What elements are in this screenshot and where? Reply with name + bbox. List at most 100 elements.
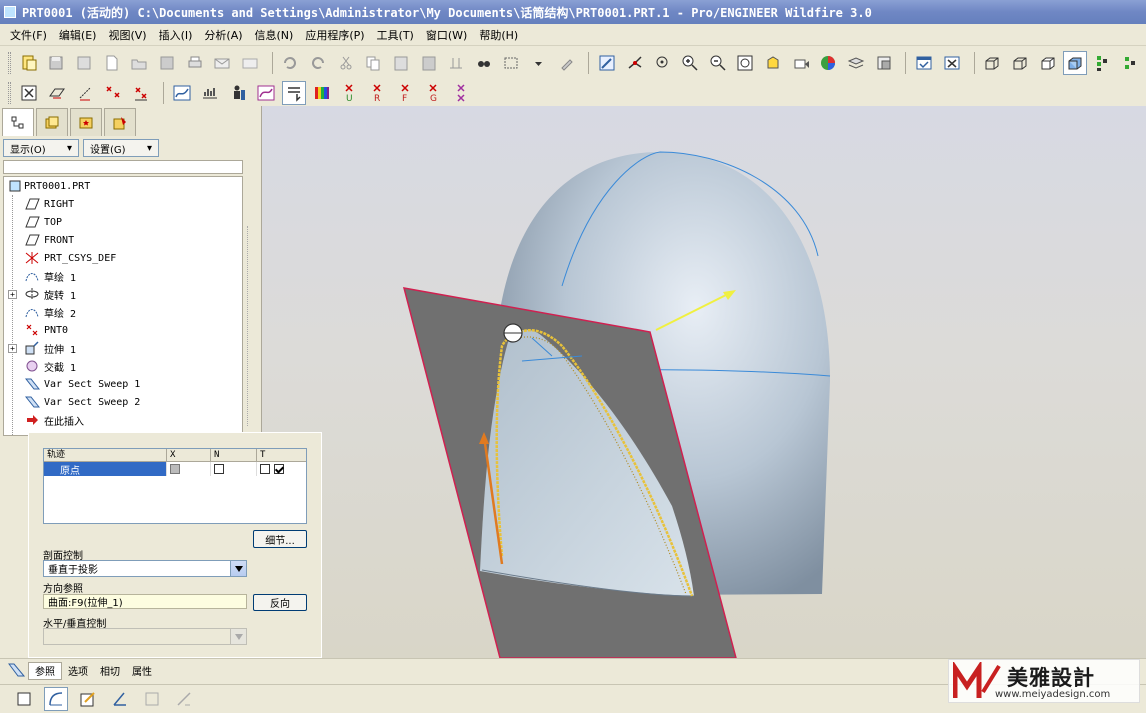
t-checkbox-2[interactable] bbox=[274, 464, 284, 474]
select-box-icon[interactable] bbox=[500, 51, 524, 75]
tree-item-right[interactable]: RIGHT bbox=[4, 195, 242, 213]
direction-reference-field[interactable]: 曲面:F9(拉伸_1) bbox=[43, 594, 247, 609]
disk-icon[interactable] bbox=[155, 51, 179, 75]
datum-plane-on-icon[interactable] bbox=[45, 81, 69, 105]
tree-item-insert-here[interactable]: 在此插入 bbox=[4, 411, 242, 429]
menu-edit[interactable]: 编辑(E) bbox=[53, 27, 103, 43]
menu-window[interactable]: 窗口(W) bbox=[420, 27, 473, 43]
csys-on-icon[interactable] bbox=[129, 81, 153, 105]
model-view[interactable] bbox=[262, 106, 1146, 658]
sketch-section-icon[interactable] bbox=[76, 687, 100, 711]
shading-icon[interactable] bbox=[1063, 51, 1088, 75]
point-g-icon[interactable]: G bbox=[422, 81, 446, 105]
copy-icon[interactable] bbox=[361, 51, 385, 75]
panel-splitter[interactable] bbox=[247, 226, 257, 426]
remove-material-icon[interactable] bbox=[108, 687, 132, 711]
tab-options[interactable]: 选项 bbox=[62, 662, 94, 680]
x-checkbox[interactable] bbox=[170, 464, 180, 474]
appearance-icon[interactable] bbox=[816, 51, 840, 75]
datum-display-icon[interactable] bbox=[1091, 51, 1115, 75]
tree-item-pnt0[interactable]: PNT0 bbox=[4, 321, 242, 339]
new-document-icon[interactable] bbox=[100, 51, 124, 75]
menu-info[interactable]: 信息(N) bbox=[249, 27, 300, 43]
regenerate-icon[interactable] bbox=[444, 51, 468, 75]
curvature-icon[interactable] bbox=[254, 81, 278, 105]
menu-analysis[interactable]: 分析(A) bbox=[198, 27, 248, 43]
layers-icon[interactable] bbox=[844, 51, 868, 75]
tree-item-csys[interactable]: PRT_CSYS_DEF bbox=[4, 249, 242, 267]
close-datum-icon[interactable] bbox=[17, 81, 41, 105]
zoom-in-icon[interactable] bbox=[678, 51, 702, 75]
tab-folder-browser[interactable] bbox=[36, 108, 68, 136]
new-file-icon[interactable] bbox=[17, 51, 41, 75]
tab-references[interactable]: 参照 bbox=[28, 661, 62, 680]
expand-icon[interactable]: + bbox=[8, 344, 17, 353]
tree-item-intersect-1[interactable]: 交截 1 bbox=[4, 357, 242, 375]
thicken-icon[interactable] bbox=[140, 687, 164, 711]
tab-connections[interactable] bbox=[104, 108, 136, 136]
tab-model-tree[interactable] bbox=[2, 108, 34, 136]
flip-button[interactable]: 反向 bbox=[253, 594, 307, 611]
cancel-feature-icon[interactable] bbox=[940, 51, 964, 75]
hidden-line-icon[interactable] bbox=[1008, 51, 1032, 75]
merge-icon[interactable] bbox=[172, 687, 196, 711]
menu-tools[interactable]: 工具(T) bbox=[371, 27, 420, 43]
point-u-icon[interactable]: U bbox=[338, 81, 362, 105]
tab-tangency[interactable]: 相切 bbox=[94, 662, 126, 680]
section-control-select[interactable]: 垂直于投影 bbox=[43, 560, 247, 577]
graphics-window[interactable] bbox=[262, 106, 1146, 658]
tree-item-sketch-1[interactable]: 草绘 1 bbox=[4, 267, 242, 285]
tree-item-part[interactable]: PRT0001.PRT bbox=[4, 177, 242, 195]
saved-views-icon[interactable] bbox=[789, 51, 813, 75]
find-icon[interactable] bbox=[472, 51, 496, 75]
paste-icon[interactable] bbox=[389, 51, 413, 75]
settings-dropdown-button[interactable]: 设置(G) ▾ bbox=[83, 139, 159, 157]
model-setup-icon[interactable] bbox=[872, 51, 896, 75]
datum-points-icon[interactable] bbox=[1119, 51, 1143, 75]
tree-item-var-sect-sweep-1[interactable]: Var Sect Sweep 1 bbox=[4, 375, 242, 393]
cut-icon[interactable] bbox=[334, 51, 358, 75]
person-tool-icon[interactable] bbox=[226, 81, 250, 105]
sketch-edit-icon[interactable] bbox=[555, 51, 579, 75]
save-icon[interactable] bbox=[45, 51, 69, 75]
solid-icon[interactable] bbox=[12, 687, 36, 711]
datum-point-on-icon[interactable] bbox=[101, 81, 125, 105]
spin-center-icon[interactable] bbox=[623, 51, 647, 75]
t-checkbox-1[interactable] bbox=[260, 464, 270, 474]
print-icon[interactable] bbox=[183, 51, 207, 75]
toolbar-grip-2[interactable] bbox=[8, 81, 11, 104]
menu-help[interactable]: 帮助(H) bbox=[473, 27, 524, 43]
tree-filter-bar[interactable] bbox=[3, 160, 243, 174]
toolbar-grip[interactable] bbox=[8, 52, 11, 74]
trajectory-name[interactable]: 原点 bbox=[44, 462, 167, 477]
save-copy-icon[interactable] bbox=[72, 51, 96, 75]
accept-feature-icon[interactable] bbox=[912, 51, 936, 75]
details-button[interactable]: 细节... bbox=[253, 530, 307, 548]
no-hidden-icon[interactable] bbox=[1036, 51, 1060, 75]
tree-item-sketch-2[interactable]: 草绘 2 bbox=[4, 303, 242, 321]
select-dropdown-icon[interactable] bbox=[527, 51, 551, 75]
section-analysis-icon[interactable] bbox=[282, 80, 306, 105]
graph-analysis-icon[interactable] bbox=[198, 81, 222, 105]
reorient-icon[interactable] bbox=[761, 51, 785, 75]
menu-applications[interactable]: 应用程序(P) bbox=[299, 27, 370, 43]
zoom-out-icon[interactable] bbox=[706, 51, 730, 75]
tree-item-extrude-1[interactable]: + 拉伸 1 bbox=[4, 339, 242, 357]
hv-control-select[interactable] bbox=[43, 628, 247, 645]
wireframe-icon[interactable] bbox=[981, 51, 1005, 75]
point-x-icon[interactable] bbox=[450, 81, 474, 105]
email-icon[interactable] bbox=[210, 51, 234, 75]
paste-special-icon[interactable] bbox=[417, 51, 441, 75]
tree-item-front[interactable]: FRONT bbox=[4, 231, 242, 249]
undo-icon[interactable] bbox=[279, 51, 303, 75]
color-spectrum-icon[interactable] bbox=[310, 81, 334, 105]
menu-file[interactable]: 文件(F) bbox=[4, 27, 53, 43]
orient-mode-icon[interactable] bbox=[651, 51, 675, 75]
email-link-icon[interactable] bbox=[238, 51, 262, 75]
point-r-icon[interactable]: R bbox=[366, 81, 390, 105]
tree-item-revolve-1[interactable]: + 旋转 1 bbox=[4, 285, 242, 303]
tree-item-var-sect-sweep-2[interactable]: Var Sect Sweep 2 bbox=[4, 393, 242, 411]
n-checkbox[interactable] bbox=[214, 464, 224, 474]
tree-item-top[interactable]: TOP bbox=[4, 213, 242, 231]
repaint-icon[interactable] bbox=[595, 51, 619, 75]
